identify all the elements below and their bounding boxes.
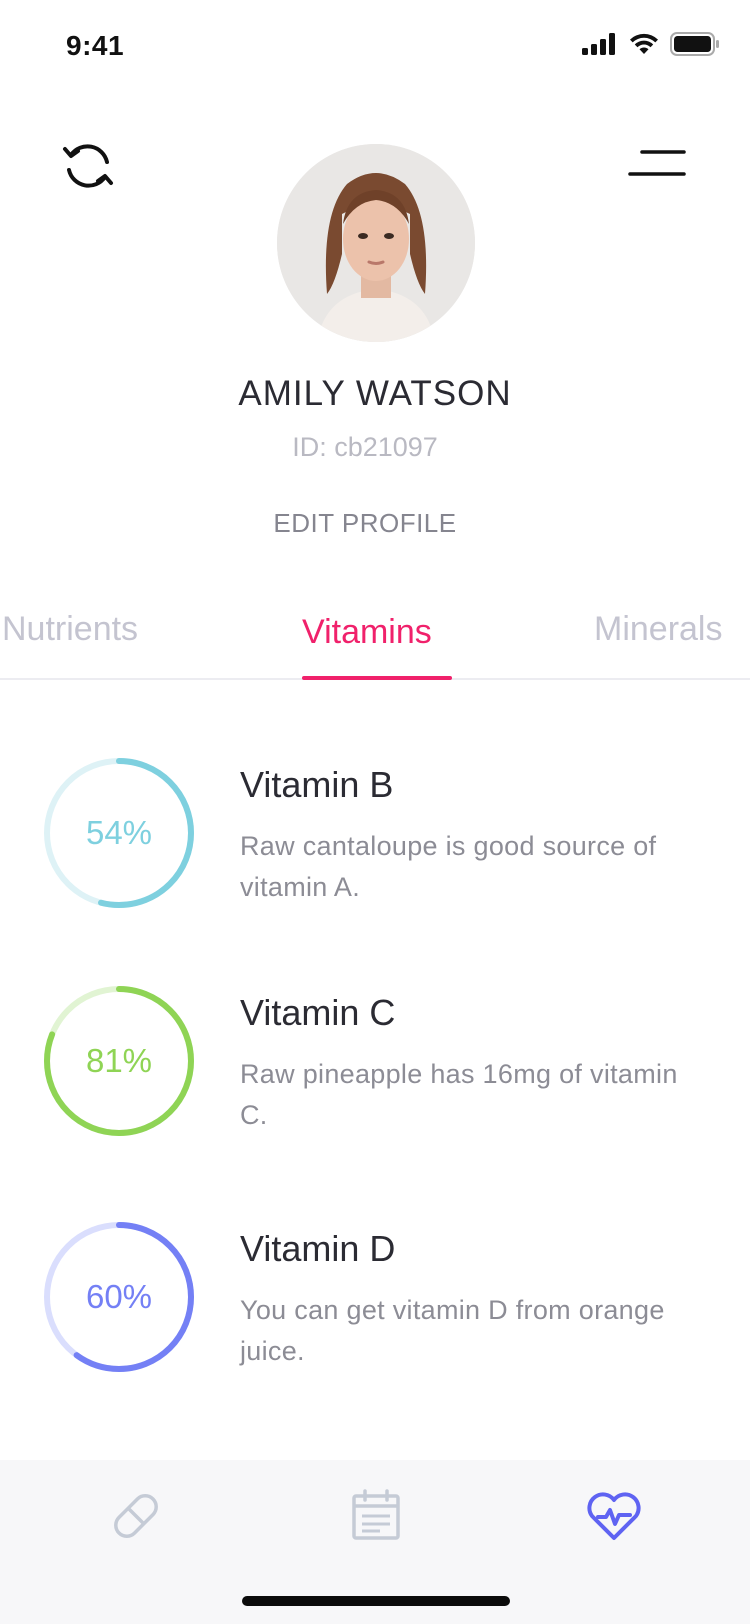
vitamin-item-d[interactable]: 60% Vitamin D You can get vitamin D from… — [0, 1220, 750, 1390]
avatar — [277, 144, 475, 342]
profile-id: ID: cb21097 — [292, 432, 438, 462]
status-time: 9:41 — [66, 30, 125, 61]
home-indicator — [242, 1596, 510, 1606]
tab-nutrients[interactable]: Nutrients — [2, 610, 138, 649]
active-tab-indicator — [302, 676, 452, 680]
tab-minerals[interactable]: Minerals — [594, 610, 722, 649]
bottom-nav — [0, 1460, 750, 1624]
status-icons — [582, 32, 720, 56]
vitamin-description: You can get vitamin D from orange juice. — [240, 1295, 665, 1366]
vitamin-title: Vitamin C — [240, 992, 396, 1033]
nav-health-button[interactable] — [584, 1486, 644, 1546]
profile-name: AMILY WATSON — [238, 374, 512, 413]
tab-vitamins[interactable]: Vitamins — [302, 613, 432, 652]
tab-bar: Nutrients Vitamins Minerals — [0, 580, 750, 680]
battery-icon — [670, 32, 719, 56]
menu-button[interactable] — [624, 144, 686, 184]
progress-percent: 60% — [85, 1278, 153, 1315]
progress-percent: 54% — [85, 814, 153, 851]
pill-icon — [114, 1494, 158, 1538]
heart-pulse-icon — [587, 1492, 641, 1540]
refresh-button[interactable] — [60, 138, 116, 194]
signal-icon — [582, 33, 615, 55]
nav-calendar-button[interactable] — [346, 1486, 406, 1546]
vitamin-item-c[interactable]: 81% Vitamin C Raw pineapple has 16mg of … — [0, 984, 750, 1154]
vitamin-description: Raw pineapple has 16mg of vitamin C. — [240, 1059, 678, 1130]
vitamin-title: Vitamin D — [240, 1228, 396, 1269]
wifi-icon — [630, 33, 658, 54]
nav-pills-button[interactable] — [106, 1486, 166, 1546]
progress-percent: 81% — [85, 1042, 153, 1079]
vitamin-description: Raw cantaloupe is good source of vitamin… — [240, 831, 657, 902]
refresh-icon — [63, 144, 113, 188]
status-bar: 9:41 — [0, 0, 750, 94]
vitamin-item-b[interactable]: 54% Vitamin B Raw cantaloupe is good sou… — [0, 756, 750, 926]
vitamin-title: Vitamin B — [240, 764, 394, 805]
menu-icon — [628, 150, 686, 176]
avatar-image — [277, 144, 475, 342]
edit-profile-button[interactable]: EDIT PROFILE — [0, 508, 730, 539]
calendar-icon — [352, 1489, 400, 1540]
